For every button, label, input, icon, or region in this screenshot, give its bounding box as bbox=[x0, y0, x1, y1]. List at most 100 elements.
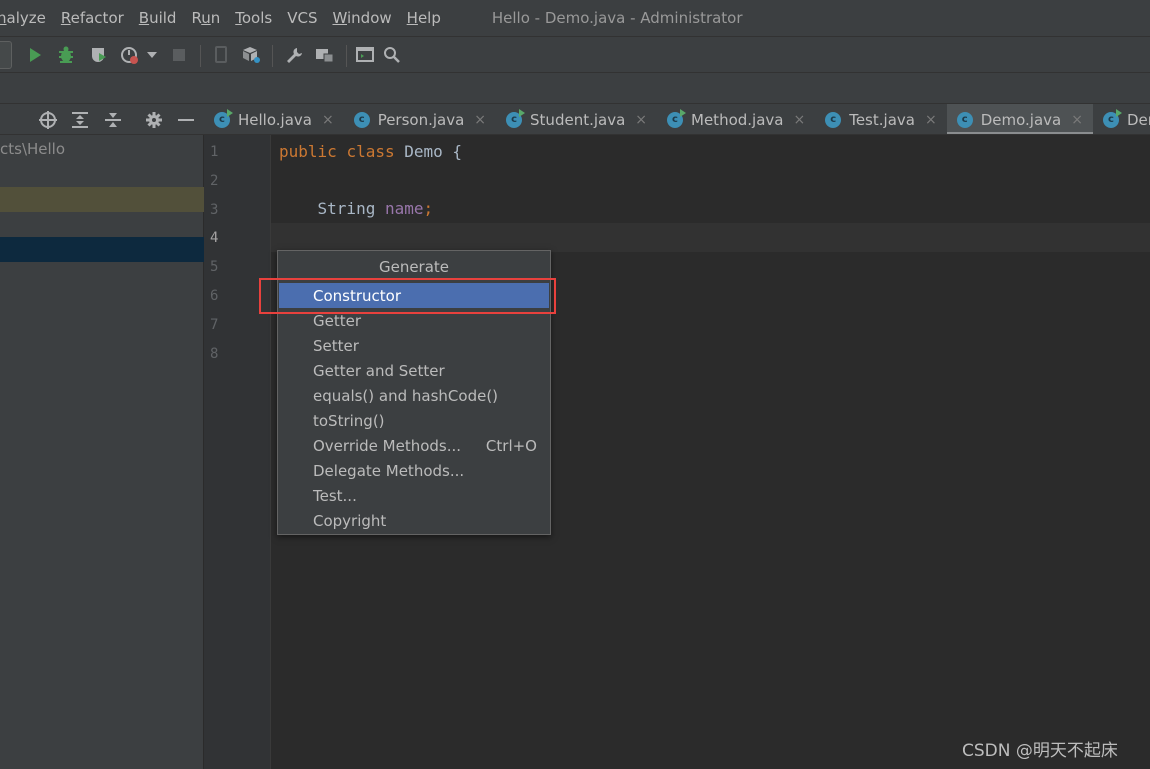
toolbar-separator bbox=[200, 45, 201, 67]
collapse-all-icon[interactable] bbox=[103, 110, 123, 130]
tab-demoap[interactable]: cDemoAp bbox=[1093, 104, 1150, 134]
generate-options-list: Constructor Getter Setter Getter and Setter… bbox=[279, 283, 549, 533]
type-string: String bbox=[317, 199, 376, 218]
generate-option-delegate-methods[interactable]: Delegate Methods... bbox=[279, 458, 549, 483]
line-number: 5 bbox=[210, 259, 219, 276]
tab-test-java[interactable]: c Test.java × bbox=[815, 104, 946, 134]
line-number: 3 bbox=[210, 201, 219, 218]
line-number: 2 bbox=[210, 172, 219, 189]
search-icon[interactable] bbox=[382, 45, 402, 65]
option-label: toString() bbox=[313, 411, 385, 430]
tab-label: Student.java bbox=[530, 110, 626, 129]
tab-label: Hello.java bbox=[238, 110, 312, 129]
java-class-icon: c bbox=[214, 108, 233, 128]
generate-option-test[interactable]: Test... bbox=[279, 483, 549, 508]
java-class-icon: c bbox=[506, 108, 526, 128]
gear-icon[interactable] bbox=[144, 110, 164, 130]
java-class-icon: c bbox=[353, 111, 370, 128]
run-icon[interactable] bbox=[25, 45, 45, 65]
navigation-bar bbox=[0, 72, 1150, 104]
tab-label: Person.java bbox=[377, 110, 465, 129]
tab-person-java[interactable]: c Person.java × bbox=[344, 104, 496, 134]
tab-label: Demo.java bbox=[980, 110, 1062, 129]
debug-icon[interactable] bbox=[56, 45, 76, 65]
class-name: Demo bbox=[404, 142, 443, 161]
generate-option-getter-and-setter[interactable]: Getter and Setter bbox=[279, 358, 549, 383]
option-label: Setter bbox=[313, 336, 359, 355]
code-line-3[interactable]: String name; bbox=[279, 199, 434, 218]
caret-row-highlight bbox=[271, 223, 1150, 252]
coverage-icon[interactable] bbox=[89, 45, 109, 65]
stop-icon[interactable] bbox=[169, 45, 189, 65]
option-label: Delegate Methods... bbox=[313, 461, 465, 480]
tab-label: Method.java bbox=[691, 110, 784, 129]
generate-option-setter[interactable]: Setter bbox=[279, 333, 549, 358]
tab-label: Test.java bbox=[849, 110, 915, 129]
close-icon[interactable]: × bbox=[322, 112, 334, 128]
run-configuration-selector[interactable] bbox=[0, 41, 12, 69]
menu-run[interactable]: Run bbox=[191, 9, 220, 27]
menu-tools[interactable]: Tools bbox=[235, 9, 272, 27]
semicolon: ; bbox=[423, 199, 434, 218]
locate-icon[interactable] bbox=[38, 110, 58, 130]
close-icon[interactable]: × bbox=[474, 112, 486, 128]
build-artifact-icon[interactable] bbox=[241, 45, 261, 65]
annotation-highlight-box bbox=[259, 278, 556, 314]
menu-build[interactable]: Build bbox=[139, 9, 177, 27]
menu-vcs[interactable]: VCS bbox=[287, 9, 317, 27]
project-tree: cts\Hello bbox=[0, 135, 204, 769]
tab-demo-java[interactable]: c Demo.java × bbox=[946, 104, 1094, 134]
keyword-public: public bbox=[279, 142, 337, 161]
close-icon[interactable]: × bbox=[635, 112, 647, 128]
expand-all-icon[interactable] bbox=[70, 110, 90, 130]
field-name: name bbox=[384, 199, 424, 218]
watermark: CSDN @明天不起床 bbox=[962, 741, 1118, 761]
tab-method-java[interactable]: c Method.java × bbox=[657, 104, 815, 134]
generate-option-override-methods[interactable]: Override Methods... Ctrl+O bbox=[279, 433, 549, 458]
close-icon[interactable]: × bbox=[925, 112, 937, 128]
toolbar-separator bbox=[346, 45, 347, 67]
close-icon[interactable]: × bbox=[1071, 112, 1083, 128]
run-dropdown-icon[interactable] bbox=[144, 45, 160, 65]
toolbar-separator bbox=[272, 45, 273, 67]
tree-row-selected[interactable] bbox=[0, 237, 204, 262]
generate-option-equals-and-hashcode[interactable]: equals() and hashCode() bbox=[279, 383, 549, 408]
open-brace: { bbox=[452, 142, 463, 161]
code-line-1[interactable]: public class Demo { bbox=[279, 142, 462, 161]
java-class-icon: c bbox=[956, 111, 973, 128]
menu-bar: nalyze Refactor Build Run Tools VCS Window Help… bbox=[0, 0, 1150, 36]
java-class-icon: c bbox=[1102, 108, 1122, 128]
line-number: 7 bbox=[210, 316, 219, 333]
project-panel-header bbox=[0, 104, 204, 135]
tree-row-highlighted[interactable] bbox=[0, 187, 204, 212]
java-class-icon: c bbox=[825, 111, 842, 128]
profile-icon[interactable] bbox=[120, 45, 140, 65]
option-label: Override Methods... bbox=[313, 436, 462, 455]
main-toolbar bbox=[0, 36, 1150, 72]
line-number: 4 bbox=[210, 230, 219, 247]
window-title: Hello - Demo.java - Administrator bbox=[491, 9, 743, 27]
tab-hello-java[interactable]: c Hello.java × bbox=[204, 104, 344, 134]
project-root-path[interactable]: cts\Hello bbox=[0, 140, 65, 158]
generate-option-copyright[interactable]: Copyright bbox=[279, 508, 549, 533]
option-label: Copyright bbox=[313, 511, 387, 530]
option-label: equals() and hashCode() bbox=[313, 386, 499, 405]
menu-nalyze[interactable]: nalyze bbox=[0, 9, 46, 27]
menu-refactor[interactable]: Refactor bbox=[61, 9, 124, 27]
menu-window[interactable]: Window bbox=[332, 9, 391, 27]
line-number: 1 bbox=[210, 144, 219, 160]
editor-tab-bar: c Hello.java × c Person.java × c Student.java × c… bbox=[204, 104, 1150, 135]
settings-wrench-icon[interactable] bbox=[284, 45, 304, 65]
generate-option-tostring[interactable]: toString() bbox=[279, 408, 549, 433]
tab-student-java[interactable]: c Student.java × bbox=[496, 104, 657, 134]
terminal-icon[interactable] bbox=[355, 45, 375, 65]
editor-gutter: 1 2 3 4 5 6 7 8 bbox=[204, 135, 271, 769]
shortcut-label: Ctrl+O bbox=[485, 436, 537, 455]
close-icon[interactable]: × bbox=[793, 112, 805, 128]
tab-label: DemoAp bbox=[1126, 110, 1150, 129]
menu-help[interactable]: Help bbox=[407, 9, 441, 27]
option-label: Test... bbox=[313, 486, 357, 505]
project-structure-icon[interactable] bbox=[315, 45, 335, 65]
hide-icon[interactable] bbox=[176, 110, 196, 130]
device-icon[interactable] bbox=[211, 45, 231, 65]
